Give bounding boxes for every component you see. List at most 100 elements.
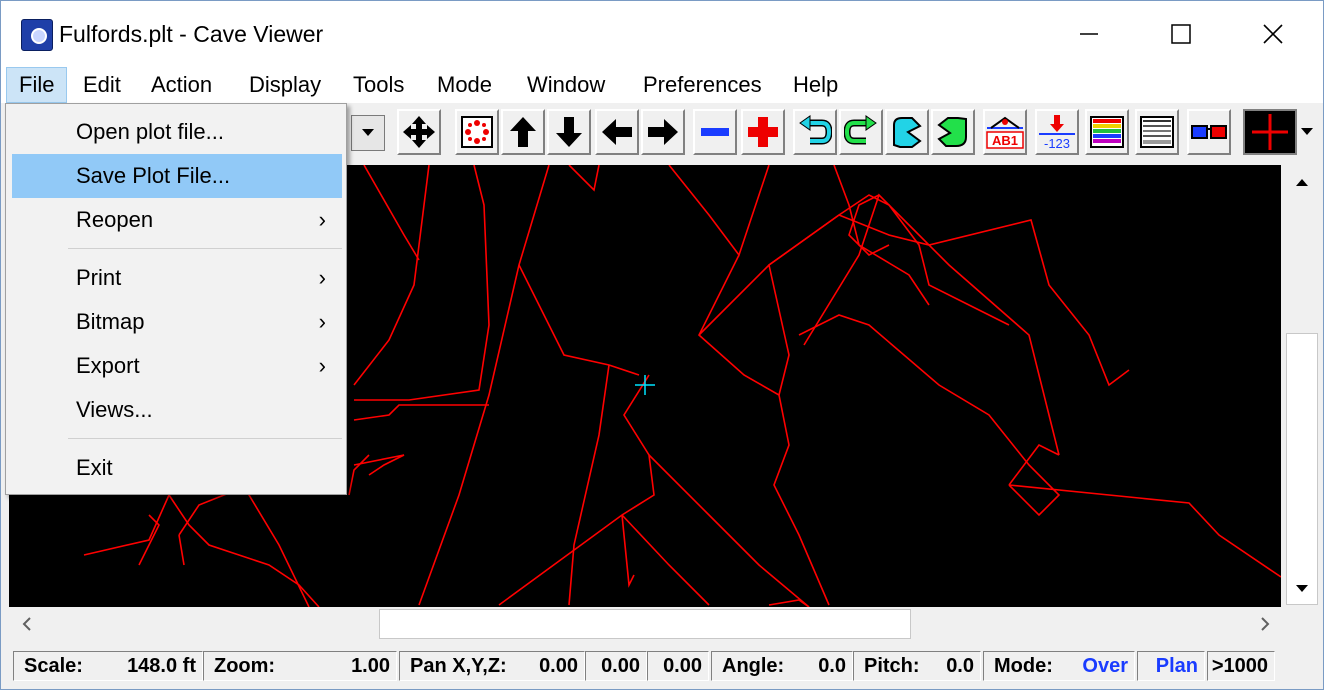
status-pan-z: 0.00	[647, 651, 709, 681]
chevron-left-icon	[22, 617, 31, 631]
zoom-in-icon	[748, 117, 778, 147]
stereo-glasses-button[interactable]	[1187, 109, 1231, 155]
title-bar: Fulfords.plt - Cave Viewer	[1, 1, 1323, 67]
menu-mode[interactable]: Mode	[425, 67, 504, 103]
pan-up-button[interactable]	[501, 109, 545, 155]
scroll-down-button[interactable]	[1283, 571, 1321, 607]
menu-window[interactable]: Window	[515, 67, 617, 103]
menu-display[interactable]: Display	[237, 67, 333, 103]
pan-left-icon	[602, 119, 632, 145]
view-combo-dropdown[interactable]	[351, 115, 385, 151]
station-labels-button[interactable]: AB1	[983, 109, 1027, 155]
pan-label: Pan X,Y,Z:	[410, 655, 507, 677]
rotate-left-button[interactable]	[793, 109, 837, 155]
pan-right-button[interactable]	[641, 109, 685, 155]
menu-bar: File Edit Action Display Tools Mode Wind…	[1, 67, 1323, 103]
status-pan-x: Pan X,Y,Z: 0.00	[399, 651, 585, 681]
vertical-scrollbar[interactable]	[1283, 165, 1321, 607]
menu-item-print[interactable]: Print ›	[12, 256, 342, 300]
submenu-arrow-icon: ›	[318, 309, 326, 334]
color-bands-icon	[1090, 116, 1124, 148]
zoom-out-icon	[701, 128, 729, 136]
count-value: >1000	[1211, 655, 1268, 677]
pan-x-value: 0.00	[539, 655, 578, 677]
depth-values-button[interactable]: -123	[1035, 109, 1079, 155]
submenu-arrow-icon: ›	[318, 353, 326, 378]
status-mode: Mode: Over	[983, 651, 1135, 681]
cave-viewer-window: Fulfords.plt - Cave Viewer File Edit Act…	[0, 0, 1324, 690]
zoom-fit-button[interactable]	[455, 109, 499, 155]
menu-separator	[68, 248, 342, 249]
depth-label: -123	[1044, 136, 1070, 150]
view-value: Plan	[1155, 655, 1198, 677]
mode-label: Mode:	[994, 655, 1053, 677]
pan-left-button[interactable]	[595, 109, 639, 155]
status-pitch: Pitch: 0.0	[853, 651, 981, 681]
rotate-right-button[interactable]	[839, 109, 883, 155]
menu-edit[interactable]: Edit	[71, 67, 133, 103]
zoom-in-button[interactable]	[741, 109, 785, 155]
rotate-right-icon	[844, 115, 877, 145]
maximize-button[interactable]	[1135, 1, 1227, 67]
tilt-down-icon	[937, 117, 967, 147]
tilt-up-button[interactable]	[885, 109, 929, 155]
menu-separator	[68, 438, 342, 439]
pan-down-button[interactable]	[547, 109, 591, 155]
scroll-left-button[interactable]	[9, 607, 45, 641]
zoom-fit-icon	[461, 116, 493, 148]
submenu-arrow-icon: ›	[318, 207, 326, 232]
rotate-left-icon	[799, 115, 832, 145]
color-bands-button[interactable]	[1085, 109, 1129, 155]
status-count: >1000	[1207, 651, 1275, 681]
cave-viewer-app-icon[interactable]	[21, 19, 53, 51]
scale-value: 148.0 ft	[127, 655, 196, 677]
tilt-down-button[interactable]	[931, 109, 975, 155]
chevron-down-icon	[1301, 128, 1313, 135]
gray-bands-icon	[1140, 116, 1174, 148]
pitch-value: 0.0	[946, 655, 974, 677]
menu-item-open-plot-file[interactable]: Open plot file...	[12, 110, 342, 154]
pan-move-icon	[403, 116, 435, 148]
zoom-label: Zoom:	[214, 655, 276, 677]
status-zoom: Zoom: 1.00	[203, 651, 397, 681]
stereo-glasses-icon	[1191, 125, 1227, 139]
scroll-up-button[interactable]	[1283, 165, 1321, 201]
pan-down-icon	[556, 117, 582, 147]
scroll-right-button[interactable]	[1247, 607, 1283, 641]
vertical-scroll-thumb[interactable]	[1286, 333, 1318, 605]
status-angle: Angle: 0.0	[711, 651, 853, 681]
menu-preferences[interactable]: Preferences	[631, 67, 774, 103]
crosshair-button[interactable]	[1243, 109, 1297, 155]
status-bar: Scale: 148.0 ft Zoom: 1.00 Pan X,Y,Z: 0.…	[1, 645, 1323, 689]
menu-tools[interactable]: Tools	[341, 67, 416, 103]
zoom-value: 1.00	[351, 655, 390, 677]
gray-bands-button[interactable]	[1135, 109, 1179, 155]
depth-values-icon: -123	[1039, 115, 1075, 150]
menu-file[interactable]: File	[6, 67, 68, 103]
menu-item-views[interactable]: Views...	[12, 388, 342, 432]
pan-move-button[interactable]	[397, 109, 441, 155]
pan-right-icon	[648, 119, 678, 145]
mode-value: Over	[1082, 655, 1128, 677]
menu-item-export[interactable]: Export ›	[12, 344, 342, 388]
close-button[interactable]	[1227, 1, 1319, 67]
crosshair-icon	[1252, 114, 1288, 150]
chevron-right-icon	[1261, 617, 1270, 631]
menu-item-exit[interactable]: Exit	[12, 446, 342, 490]
window-title: Fulfords.plt - Cave Viewer	[59, 21, 324, 47]
tilt-up-icon	[893, 117, 922, 148]
menu-item-save-plot-file[interactable]: Save Plot File...	[12, 154, 342, 198]
menu-item-bitmap[interactable]: Bitmap ›	[12, 300, 342, 344]
chevron-up-icon	[1296, 179, 1308, 186]
horizontal-scroll-thumb[interactable]	[379, 609, 911, 639]
pan-z-value: 0.00	[663, 655, 702, 677]
menu-action[interactable]: Action	[139, 67, 224, 103]
zoom-out-button[interactable]	[693, 109, 737, 155]
chevron-down-icon	[362, 129, 374, 136]
menu-help[interactable]: Help	[781, 67, 850, 103]
minimize-button[interactable]	[1043, 1, 1135, 67]
menu-item-reopen[interactable]: Reopen ›	[12, 198, 342, 242]
horizontal-scrollbar[interactable]	[9, 607, 1283, 641]
pan-up-icon	[510, 117, 536, 147]
crosshair-dropdown[interactable]	[1297, 111, 1317, 153]
